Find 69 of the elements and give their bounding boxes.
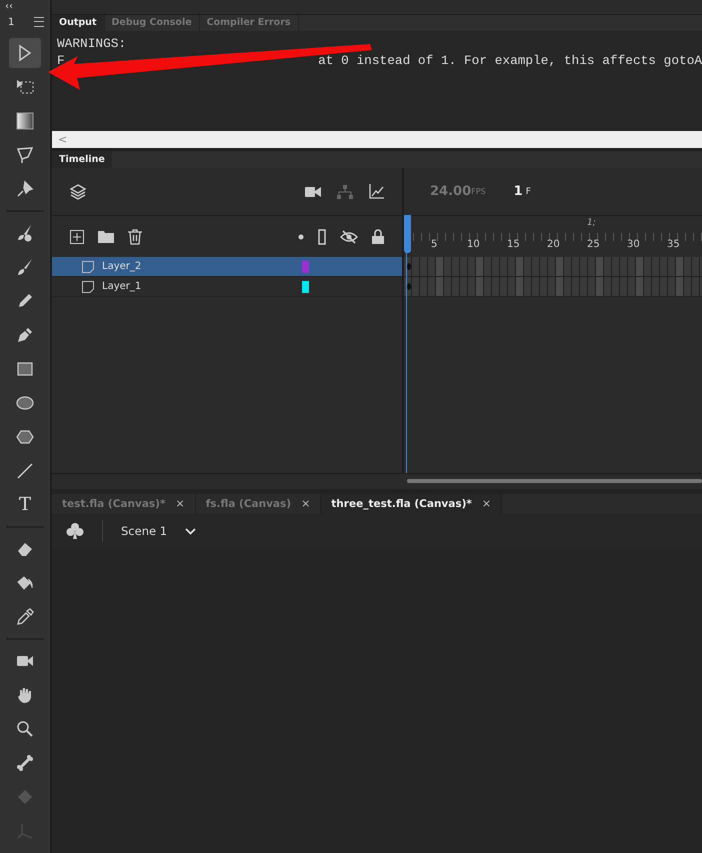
- hidden-eye-icon[interactable]: [340, 230, 358, 244]
- layer-icon: [82, 280, 94, 292]
- lock-icon[interactable]: [372, 229, 384, 244]
- tool-button[interactable]: T: [9, 490, 41, 520]
- frame-number: 10: [467, 239, 480, 250]
- layer-row[interactable]: Layer_1: [52, 277, 402, 297]
- hexagon-icon: [16, 428, 34, 446]
- eyedropper-icon: [16, 608, 34, 626]
- layer-name: Layer_2: [102, 261, 142, 272]
- search-icon: [16, 720, 34, 738]
- folder-icon[interactable]: [98, 230, 114, 243]
- frame-number: 25: [587, 239, 600, 250]
- current-frame[interactable]: 1: [514, 184, 523, 199]
- dot-icon[interactable]: [298, 234, 304, 240]
- tool-button[interactable]: [9, 38, 41, 68]
- pencil-icon: [16, 292, 34, 310]
- frame-number: 5: [431, 239, 438, 250]
- pen-icon: [16, 326, 34, 344]
- layers-icon[interactable]: [70, 184, 86, 200]
- diamond-icon: [16, 788, 34, 806]
- panel-tab[interactable]: Output: [52, 15, 104, 31]
- output-line: WARNINGS:: [57, 35, 126, 52]
- close-icon[interactable]: ×: [175, 497, 185, 510]
- oval-icon: [16, 394, 34, 412]
- trash-icon[interactable]: [128, 228, 142, 244]
- collapse-icon[interactable]: ‹‹: [5, 0, 13, 14]
- paint-bucket-icon: [16, 574, 34, 592]
- paint-brush-icon: [16, 224, 34, 242]
- output-text: F: [57, 52, 65, 69]
- lasso-icon: [16, 146, 34, 164]
- frame-number: 30: [627, 239, 640, 250]
- layer-color-swatch[interactable]: [302, 260, 309, 272]
- playhead-handle[interactable]: [404, 215, 411, 253]
- layer-color-swatch[interactable]: [302, 280, 309, 292]
- close-icon[interactable]: ×: [301, 497, 310, 510]
- gradient-icon: [16, 112, 34, 130]
- scrollbar-thumb[interactable]: [407, 479, 702, 483]
- output-text: at 0 instead of 1. For example, this affects gotoA: [318, 52, 702, 69]
- video-camera-icon[interactable]: [305, 186, 321, 198]
- line-icon: [16, 462, 34, 480]
- frame-number: 20: [547, 239, 560, 250]
- hierarchy-icon[interactable]: [337, 184, 353, 198]
- axes-icon: [16, 822, 34, 840]
- transform-icon: [16, 78, 34, 96]
- frame-number: 15: [507, 239, 520, 250]
- scene-name[interactable]: Scene 1: [121, 524, 168, 538]
- graph-icon[interactable]: [369, 184, 384, 199]
- outline-icon[interactable]: [318, 228, 326, 244]
- timeline-tab[interactable]: Timeline: [52, 151, 112, 168]
- hand-icon: [16, 686, 34, 704]
- menu-icon[interactable]: [34, 17, 44, 27]
- fps-unit: FPS: [471, 187, 486, 196]
- add-layer-icon[interactable]: [70, 230, 84, 244]
- ruler-label: 1;: [587, 218, 596, 228]
- layer-row[interactable]: Layer_2: [52, 257, 402, 277]
- chevron-down-icon[interactable]: [185, 528, 196, 534]
- close-icon[interactable]: ×: [482, 497, 492, 510]
- text-tool-icon: T: [18, 496, 31, 514]
- frame-unit: F: [526, 186, 531, 196]
- workspace-number: 1: [8, 16, 14, 28]
- bone-icon: [16, 754, 34, 772]
- rectangle-icon: [16, 360, 34, 378]
- layer-icon: [82, 260, 94, 272]
- document-tab[interactable]: three_test.fla (Canvas)* ×: [321, 494, 502, 514]
- club-icon[interactable]: [66, 522, 84, 540]
- brush-icon: [16, 258, 34, 276]
- layer-name: Layer_1: [102, 281, 142, 292]
- pin-icon: [16, 180, 34, 198]
- frame-number: 35: [667, 239, 680, 250]
